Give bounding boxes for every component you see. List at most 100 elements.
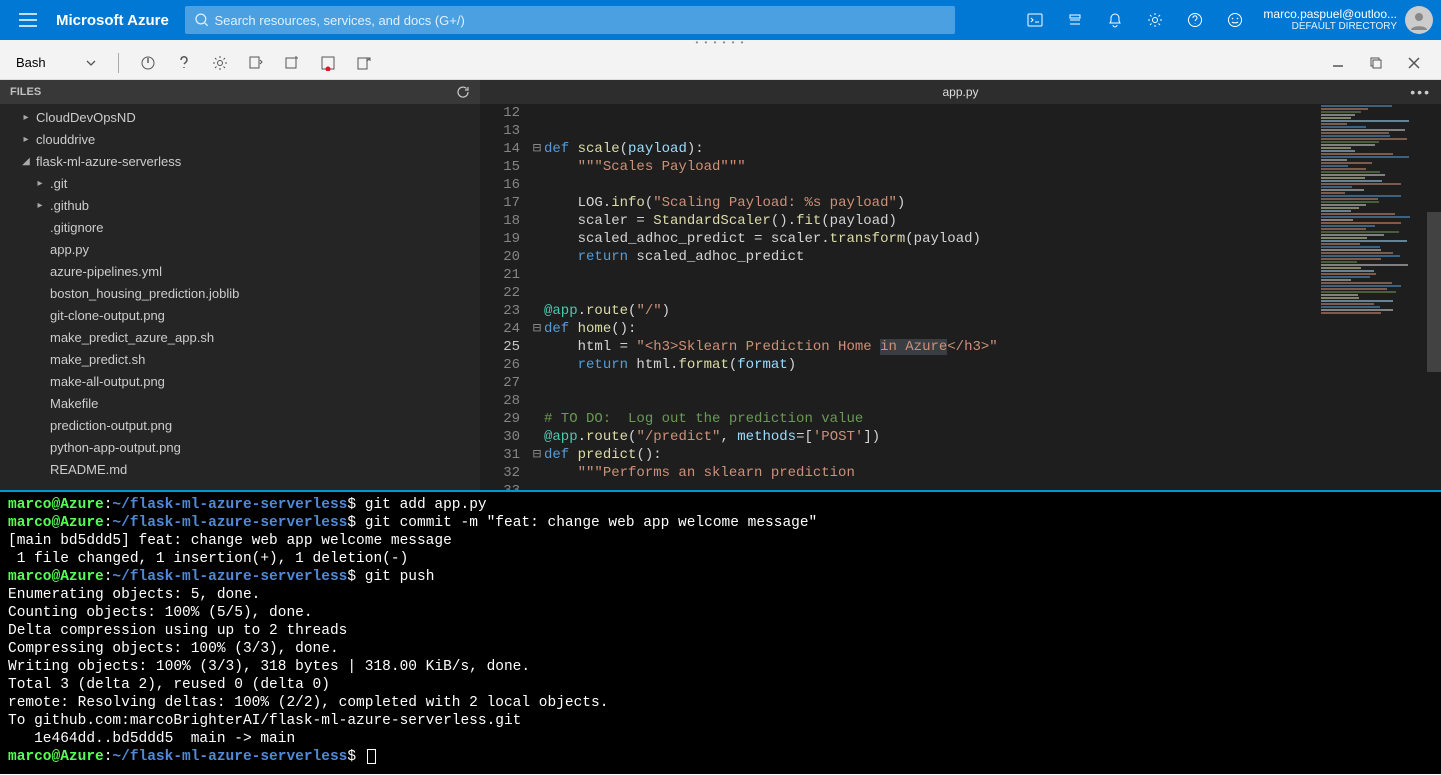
code-text: def scale(payload): [544, 140, 1441, 158]
code-text [544, 104, 1441, 122]
tree-item[interactable]: boston_housing_prediction.joblib [0, 282, 480, 304]
web-preview-icon[interactable] [351, 50, 377, 76]
code-line[interactable]: 26 return html.format(format) [480, 356, 1441, 374]
tree-item[interactable]: ▸.git [0, 172, 480, 194]
code-line[interactable]: 32 """Performs an sklearn prediction [480, 464, 1441, 482]
upload-download-icon[interactable] [243, 50, 269, 76]
tree-item[interactable]: make_predict.sh [0, 348, 480, 370]
editor-tab[interactable]: app.py [942, 85, 978, 99]
code-line[interactable]: 19 scaled_adhoc_predict = scaler.transfo… [480, 230, 1441, 248]
menu-icon[interactable] [8, 0, 48, 40]
code-line[interactable]: 23@app.route("/") [480, 302, 1441, 320]
shell-selector[interactable]: Bash [10, 53, 102, 72]
file-tree-body[interactable]: ▸CloudDevOpsND▸clouddrive◢flask-ml-azure… [0, 104, 480, 490]
line-number: 30 [480, 428, 530, 446]
tree-item[interactable]: azure-pipelines.yml [0, 260, 480, 282]
search-input[interactable] [214, 13, 944, 28]
tree-item[interactable]: make_predict_azure_app.sh [0, 326, 480, 348]
line-number: 20 [480, 248, 530, 266]
fold-icon[interactable]: ⊟ [530, 446, 544, 464]
line-number: 28 [480, 392, 530, 410]
line-number: 24 [480, 320, 530, 338]
tree-item-label: prediction-output.png [50, 418, 172, 433]
new-session-icon[interactable] [279, 50, 305, 76]
code-line[interactable]: 25 html = "<h3>Sklearn Prediction Home i… [480, 338, 1441, 356]
fold-icon[interactable]: ⊟ [530, 140, 544, 158]
fold-icon[interactable]: ⊟ [530, 320, 544, 338]
code-text [544, 122, 1441, 140]
user-block[interactable]: marco.paspuel@outloo... DEFAULT DIRECTOR… [1255, 6, 1433, 34]
code-line[interactable]: 29# TO DO: Log out the prediction value [480, 410, 1441, 428]
code-line[interactable]: 20 return scaled_adhoc_predict [480, 248, 1441, 266]
tree-item[interactable]: python-app-output.png [0, 436, 480, 458]
fold-icon [530, 104, 544, 122]
tree-item[interactable]: ▸clouddrive [0, 128, 480, 150]
tree-item[interactable]: make-all-output.png [0, 370, 480, 392]
tree-item[interactable]: Makefile [0, 392, 480, 414]
search-box[interactable] [185, 6, 955, 34]
terminal[interactable]: marco@Azure:~/flask-ml-azure-serverless$… [0, 490, 1441, 774]
ide-area: FILES ▸CloudDevOpsND▸clouddrive◢flask-ml… [0, 80, 1441, 490]
code-line[interactable]: 18 scaler = StandardScaler().fit(payload… [480, 212, 1441, 230]
tree-item[interactable]: .gitignore [0, 216, 480, 238]
line-number: 13 [480, 122, 530, 140]
notifications-icon[interactable] [1095, 0, 1135, 40]
avatar [1405, 6, 1433, 34]
line-number: 19 [480, 230, 530, 248]
fold-icon [530, 194, 544, 212]
code-line[interactable]: 17 LOG.info("Scaling Payload: %s payload… [480, 194, 1441, 212]
code-text: def home(): [544, 320, 1441, 338]
settings-toolbar-icon[interactable] [207, 50, 233, 76]
fold-icon [530, 428, 544, 446]
directories-icon[interactable] [1055, 0, 1095, 40]
code-line[interactable]: 12 [480, 104, 1441, 122]
code-line[interactable]: 16 [480, 176, 1441, 194]
scrollbar-thumb[interactable] [1427, 212, 1441, 372]
restart-icon[interactable] [135, 50, 161, 76]
feedback-icon[interactable] [1215, 0, 1255, 40]
code-line[interactable]: 14⊟def scale(payload): [480, 140, 1441, 158]
fold-icon [530, 374, 544, 392]
code-line[interactable]: 21 [480, 266, 1441, 284]
code-line[interactable]: 33 [480, 482, 1441, 490]
tree-item[interactable]: ▸CloudDevOpsND [0, 106, 480, 128]
user-email: marco.paspuel@outloo... [1263, 7, 1397, 21]
minimap[interactable] [1317, 104, 1427, 490]
editor-more-icon[interactable]: ••• [1410, 84, 1431, 100]
code-text: scaler = StandardScaler().fit(payload) [544, 212, 1441, 230]
code-line[interactable]: 30@app.route("/predict", methods=['POST'… [480, 428, 1441, 446]
tree-item[interactable]: ◢flask-ml-azure-serverless [0, 150, 480, 172]
minimize-icon[interactable] [1325, 50, 1351, 76]
tree-item[interactable]: app.py [0, 238, 480, 260]
code-line[interactable]: 13 [480, 122, 1441, 140]
tree-item-label: azure-pipelines.yml [50, 264, 162, 279]
tree-item-label: flask-ml-azure-serverless [36, 154, 181, 169]
code-text [544, 176, 1441, 194]
code-line[interactable]: 15 """Scales Payload""" [480, 158, 1441, 176]
help-icon[interactable] [1175, 0, 1215, 40]
code-line[interactable]: 28 [480, 392, 1441, 410]
maximize-icon[interactable] [1363, 50, 1389, 76]
help-toolbar-icon[interactable] [171, 50, 197, 76]
tree-item[interactable]: prediction-output.png [0, 414, 480, 436]
terminal-line: Counting objects: 100% (5/5), done. [8, 604, 1433, 622]
code-line[interactable]: 27 [480, 374, 1441, 392]
refresh-icon[interactable] [456, 85, 470, 99]
code-text: @app.route("/") [544, 302, 1441, 320]
code-line[interactable]: 24⊟def home(): [480, 320, 1441, 338]
cloud-shell-icon[interactable] [1015, 0, 1055, 40]
editor-scrollbar[interactable] [1427, 104, 1441, 490]
editor-icon[interactable] [315, 50, 341, 76]
terminal-line: remote: Resolving deltas: 100% (2/2), co… [8, 694, 1433, 712]
editor-body[interactable]: 121314⊟def scale(payload):15 """Scales P… [480, 104, 1441, 490]
tree-item[interactable]: git-clone-output.png [0, 304, 480, 326]
code-text: def predict(): [544, 446, 1441, 464]
code-line[interactable]: 31⊟def predict(): [480, 446, 1441, 464]
code-text [544, 284, 1441, 302]
file-tree-header: FILES [0, 80, 480, 104]
close-icon[interactable] [1401, 50, 1427, 76]
settings-icon[interactable] [1135, 0, 1175, 40]
tree-item[interactable]: README.md [0, 458, 480, 480]
tree-item[interactable]: ▸.github [0, 194, 480, 216]
code-line[interactable]: 22 [480, 284, 1441, 302]
